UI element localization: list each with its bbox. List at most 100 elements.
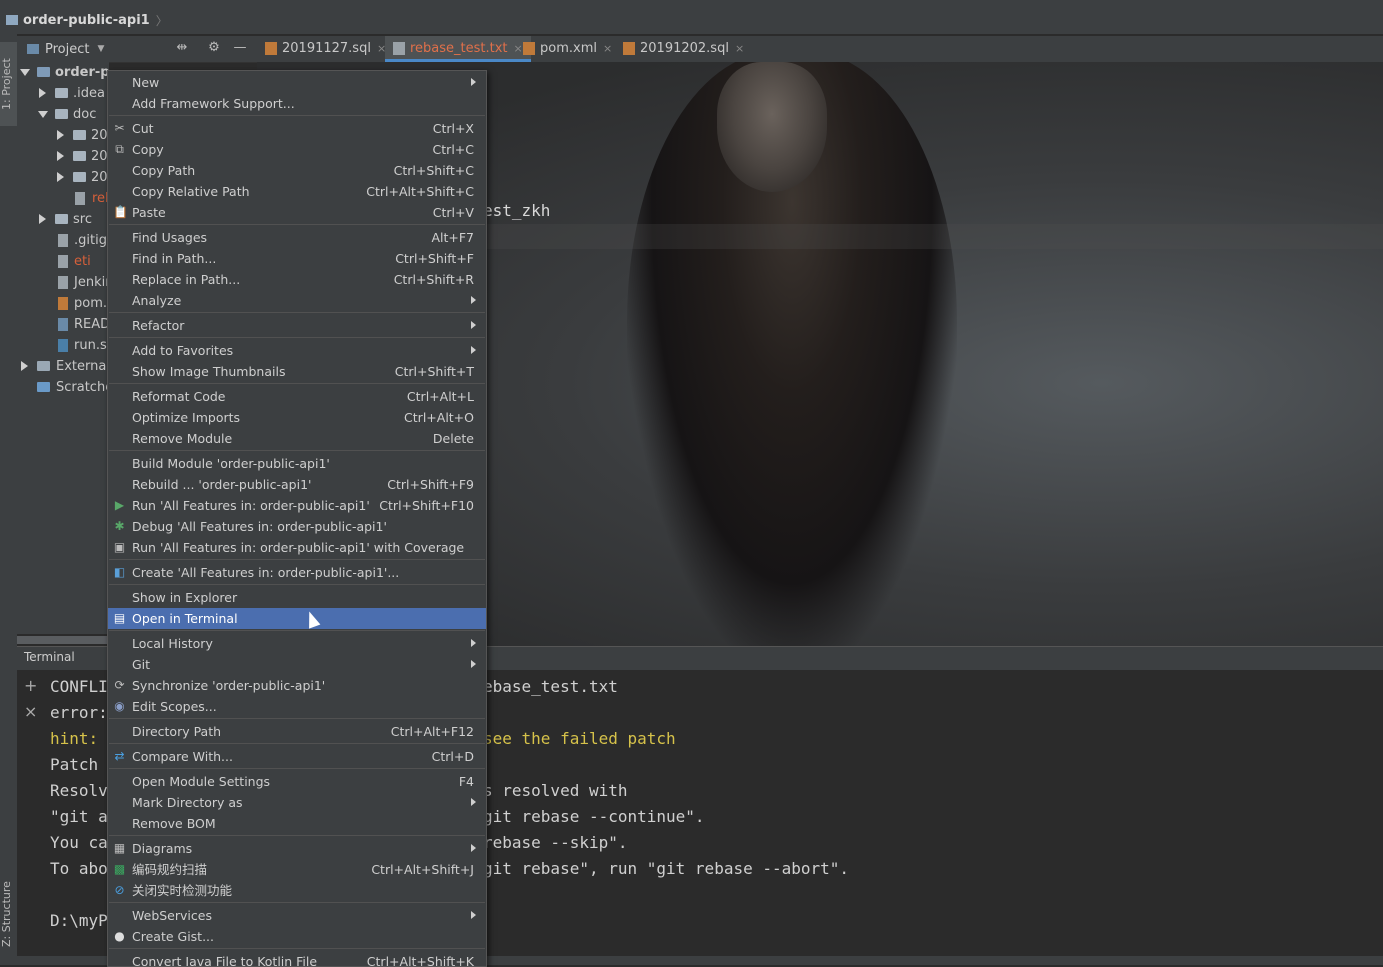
menu-item[interactable]: Copy Relative Path Ctrl+Alt+Shift+C	[108, 181, 486, 202]
tree-item-root[interactable]: order-pu	[17, 62, 109, 83]
menu-item[interactable]: Rebuild ... 'order-public-api1' Ctrl+Shif…	[108, 474, 486, 495]
menu-item[interactable]: Find in Path... Ctrl+Shift+F	[108, 248, 486, 269]
menu-item[interactable]: Directory Path Ctrl+Alt+F12	[108, 721, 486, 742]
terminal-line: Resolv	[50, 781, 108, 800]
expand-arrow-icon[interactable]	[20, 69, 30, 76]
menu-item-shortcut: F4	[458, 774, 474, 789]
menu-item[interactable]: Local History	[108, 633, 486, 654]
collapse-arrow-icon[interactable]	[57, 130, 64, 140]
menu-item[interactable]: ▶ Run 'All Features in: order-public-api1…	[108, 495, 486, 516]
menu-item-label: Find in Path...	[132, 251, 217, 266]
menu-item[interactable]: ⧉ Copy Ctrl+C	[108, 139, 486, 160]
module-folder-icon	[37, 67, 50, 77]
hide-icon[interactable]: —	[231, 40, 249, 55]
collapse-arrow-icon[interactable]	[39, 88, 46, 98]
menu-item[interactable]: Replace in Path... Ctrl+Shift+R	[108, 269, 486, 290]
menu-item[interactable]: ◉ Edit Scopes...	[108, 696, 486, 717]
tree-item-label: run.sh	[74, 338, 109, 353]
collapse-arrow-icon[interactable]	[57, 172, 64, 182]
terminal-title[interactable]: Terminal	[24, 650, 75, 664]
tree-item-label: 20	[91, 149, 108, 164]
menu-item[interactable]: Show Image Thumbnails Ctrl+Shift+T	[108, 361, 486, 382]
editor-tab-active[interactable]: rebase_test.txt ×	[385, 36, 531, 62]
menu-item-shortcut: Ctrl+Shift+R	[393, 272, 474, 287]
menu-item[interactable]: Optimize Imports Ctrl+Alt+O	[108, 407, 486, 428]
collapse-arrow-icon[interactable]	[39, 214, 46, 224]
breadcrumb-project[interactable]: order-public-api1	[23, 13, 150, 28]
chevron-down-icon[interactable]: ▼	[97, 44, 104, 54]
menu-item[interactable]: WebServices	[108, 905, 486, 926]
menu-item[interactable]: Git	[108, 654, 486, 675]
menu-item[interactable]: Refactor	[108, 315, 486, 336]
tree-item-label: 20	[91, 170, 108, 185]
collapse-all-icon[interactable]: ⇹	[173, 40, 191, 55]
menu-item[interactable]: ✱ Debug 'All Features in: order-public-ap…	[108, 516, 486, 537]
menu-item[interactable]: ▦ Diagrams	[108, 838, 486, 859]
menu-item[interactable]: 📋 Paste Ctrl+V	[108, 202, 486, 223]
project-panel-header: Project ▼ ⇹ ⚙ —	[17, 36, 257, 63]
menu-item[interactable]: Copy Path Ctrl+Shift+C	[108, 160, 486, 181]
new-session-icon[interactable]: +	[24, 676, 37, 695]
tool-tab-project[interactable]: 1: Project	[0, 42, 17, 126]
menu-item-label: Build Module 'order-public-api1'	[132, 456, 330, 471]
maven-file-icon	[523, 42, 535, 55]
project-view-selector[interactable]: Project	[45, 42, 89, 57]
menu-item[interactable]: Analyze	[108, 290, 486, 311]
menu-item[interactable]: Add Framework Support...	[108, 93, 486, 114]
menu-item-label: Show in Explorer	[132, 590, 238, 605]
editor-tab[interactable]: 20191127.sql ×	[265, 36, 386, 62]
maven-file-icon	[58, 297, 68, 310]
menu-item[interactable]: Show in Explorer	[108, 587, 486, 608]
menu-item[interactable]: New	[108, 72, 486, 93]
collapse-arrow-icon[interactable]	[57, 151, 64, 161]
menu-item[interactable]: Reformat Code Ctrl+Alt+L	[108, 386, 486, 407]
menu-item-label: WebServices	[132, 908, 212, 923]
menu-item[interactable]: ● Create Gist...	[108, 926, 486, 947]
menu-item[interactable]: ⟳ Synchronize 'order-public-api1'	[108, 675, 486, 696]
tree-horizontal-scrollbar[interactable]	[17, 636, 109, 644]
menu-item[interactable]: Remove Module Delete	[108, 428, 486, 449]
menu-item-label: 关闭实时检测功能	[132, 883, 233, 898]
expand-arrow-icon[interactable]	[38, 111, 48, 118]
menu-item[interactable]: ◧ Create 'All Features in: order-public-a…	[108, 562, 486, 583]
submenu-arrow-icon	[471, 78, 476, 86]
menu-item[interactable]: ⊘ 关闭实时检测功能	[108, 880, 486, 901]
menu-separator	[109, 224, 485, 225]
menu-item[interactable]: Mark Directory as	[108, 792, 486, 813]
menu-item-icon: ⧉	[115, 142, 124, 156]
menu-item[interactable]: Open Module Settings F4	[108, 771, 486, 792]
menu-item[interactable]: Build Module 'order-public-api1'	[108, 453, 486, 474]
terminal-line: "git a	[50, 807, 108, 826]
tool-tab-structure[interactable]: Z: Structure	[0, 874, 17, 954]
menu-item-icon: ●	[114, 929, 125, 943]
menu-item[interactable]: ▣ Run 'All Features in: order-public-api1…	[108, 537, 486, 558]
editor-text[interactable]: est_zkh	[483, 201, 550, 220]
menu-item-shortcut: Ctrl+X	[432, 121, 474, 136]
folder-icon	[73, 172, 86, 182]
close-icon[interactable]: ×	[735, 42, 744, 55]
menu-item-label: Add Framework Support...	[132, 96, 295, 111]
menu-item-label: Find Usages	[132, 230, 208, 245]
close-icon[interactable]: ×	[603, 42, 612, 55]
editor-tab[interactable]: pom.xml ×	[523, 36, 612, 62]
submenu-arrow-icon	[471, 321, 476, 329]
menu-item-icon: ▩	[113, 862, 126, 876]
menu-item[interactable]: ⇄ Compare With... Ctrl+D	[108, 746, 486, 767]
menu-item[interactable]: ✂ Cut Ctrl+X	[108, 118, 486, 139]
menu-item[interactable]: Find Usages Alt+F7	[108, 227, 486, 248]
menu-separator	[109, 337, 485, 338]
left-tool-stripe: 1: Project Z: Structure	[0, 34, 18, 965]
menu-item[interactable]: Add to Favorites	[108, 340, 486, 361]
menu-item-label: Compare With...	[132, 749, 233, 764]
menu-item[interactable]: ▤ Open in Terminal	[108, 608, 486, 629]
gear-icon[interactable]: ⚙	[205, 40, 223, 55]
menu-item-label: Copy Path	[132, 163, 196, 178]
menu-item[interactable]: Remove BOM	[108, 813, 486, 834]
close-icon[interactable]: ×	[514, 42, 523, 55]
close-session-icon[interactable]: ×	[24, 702, 37, 721]
menu-item[interactable]: ▩ 编码规约扫描 Ctrl+Alt+Shift+J	[108, 859, 486, 880]
menu-item-label: Git	[132, 657, 151, 672]
terminal-line: error:	[50, 703, 108, 722]
editor-tab[interactable]: 20191202.sql ×	[623, 36, 744, 62]
collapse-arrow-icon[interactable]	[21, 361, 28, 371]
